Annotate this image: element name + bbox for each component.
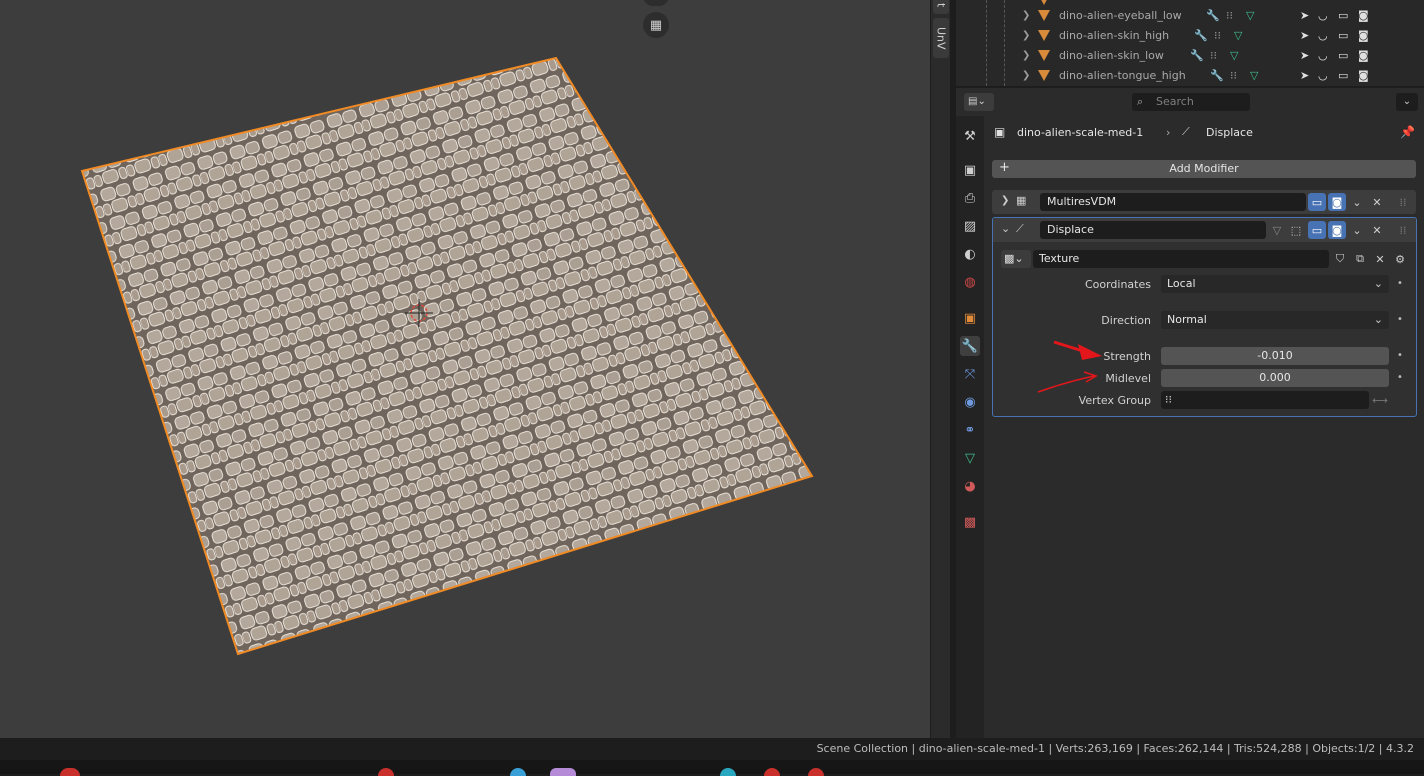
outliner-row[interactable]: ❯ dino-alien-tongue_high 🔧 ⁝⁝ ▽ ➤ ◡ ▭ ◙ [956, 66, 1424, 86]
render-camera-icon[interactable]: ◙ [1358, 9, 1369, 22]
modifier-wrench-icon[interactable]: 🔧 [1190, 49, 1204, 62]
vertex-group-icon[interactable]: ⁝⁝ [1226, 9, 1233, 22]
viewport-sidebar-tabs: t UnV [930, 0, 950, 738]
taskbar-app-icon[interactable] [808, 768, 824, 776]
mesh-object-icon [1038, 30, 1050, 41]
taskbar-app-icon[interactable] [550, 768, 576, 776]
selectable-arrow-icon[interactable]: ➤ [1300, 49, 1309, 62]
taskbar-app-icon[interactable] [60, 768, 80, 776]
viewport-canvas[interactable] [0, 0, 930, 738]
mesh-data-icon[interactable]: ▽ [1230, 49, 1238, 62]
viewport-monitor-icon[interactable]: ▭ [1338, 9, 1348, 22]
mesh-object-icon [1038, 10, 1050, 21]
viewport-monitor-icon[interactable]: ▭ [1338, 69, 1348, 82]
taskbar-app-icon[interactable] [510, 768, 526, 776]
annotation-arrows [1037, 340, 1102, 393]
outliner-item-label[interactable]: dino-alien-skin_low [1059, 49, 1164, 62]
status-bar: Scene Collection | dino-alien-scale-med-… [0, 738, 1424, 760]
selectable-arrow-icon[interactable]: ➤ [1300, 9, 1309, 22]
3d-viewport[interactable]: ▦ [0, 0, 930, 738]
outliner: ❯ dino-alien-eyeball_low 🔧 ⁝⁝ ▽ ➤ ◡ ▭ ◙ … [956, 0, 1424, 86]
vertex-group-icon[interactable]: ⁝⁝ [1230, 69, 1237, 82]
selectable-arrow-icon[interactable]: ➤ [1300, 29, 1309, 42]
status-text: Scene Collection | dino-alien-scale-med-… [816, 742, 1414, 755]
chevron-right-icon[interactable]: ❯ [1022, 10, 1030, 21]
displaced-plane-mesh[interactable] [80, 56, 814, 656]
chevron-right-icon[interactable]: ❯ [1022, 50, 1030, 61]
mesh-object-icon [1038, 50, 1050, 61]
visibility-eye-icon[interactable]: ◡ [1318, 69, 1328, 82]
mesh-data-icon[interactable]: ▽ [1250, 69, 1258, 82]
outliner-item-label[interactable]: dino-alien-eyeball_low [1059, 9, 1182, 22]
properties-editor: ▤⌄ ⌕ Search ⌄ ⚒ ▣ ⎙ ▨ ◐ ◍ ▣ 🔧 ⤧ ◉ ⚭ ▽ ◕ … [956, 88, 1424, 738]
modifier-wrench-icon[interactable]: 🔧 [1194, 29, 1208, 42]
os-taskbar [0, 760, 1424, 776]
taskbar-app-icon[interactable] [720, 768, 736, 776]
render-camera-icon[interactable]: ◙ [1358, 29, 1369, 42]
tab-edge[interactable]: t [933, 0, 949, 14]
visibility-eye-icon[interactable]: ◡ [1318, 29, 1328, 42]
midlevel-annotation-arrow [1037, 371, 1098, 393]
tab-uv[interactable]: UnV [933, 18, 949, 58]
mesh-object-icon [1038, 0, 1050, 5]
chevron-right-icon[interactable]: ❯ [1022, 70, 1030, 81]
vertex-group-icon[interactable]: ⁝⁝ [1210, 49, 1217, 62]
mesh-data-icon[interactable]: ▽ [1234, 29, 1242, 42]
vertex-group-icon[interactable]: ⁝⁝ [1214, 29, 1221, 42]
outliner-row[interactable]: ❯ dino-alien-eyeball_low 🔧 ⁝⁝ ▽ ➤ ◡ ▭ ◙ [956, 6, 1424, 26]
render-camera-icon[interactable]: ◙ [1358, 69, 1369, 82]
outliner-row[interactable]: ❯ dino-alien-skin_low 🔧 ⁝⁝ ▽ ➤ ◡ ▭ ◙ [956, 46, 1424, 66]
modifier-wrench-icon[interactable]: 🔧 [1210, 69, 1224, 82]
viewport-monitor-icon[interactable]: ▭ [1338, 29, 1348, 42]
viewport-monitor-icon[interactable]: ▭ [1338, 49, 1348, 62]
visibility-eye-icon[interactable]: ◡ [1318, 9, 1328, 22]
modifier-wrench-icon[interactable]: 🔧 [1206, 9, 1220, 22]
visibility-eye-icon[interactable]: ◡ [1318, 49, 1328, 62]
outliner-item-label[interactable]: dino-alien-tongue_high [1059, 69, 1186, 82]
outliner-item-label[interactable]: dino-alien-skin_high [1059, 29, 1169, 42]
mesh-object-icon [1038, 70, 1050, 81]
chevron-right-icon[interactable]: ❯ [1022, 30, 1030, 41]
selectable-arrow-icon[interactable]: ➤ [1300, 69, 1309, 82]
taskbar-app-icon[interactable] [378, 768, 394, 776]
mesh-data-icon[interactable]: ▽ [1246, 9, 1254, 22]
strength-annotation-arrow [1053, 340, 1102, 360]
outliner-row[interactable]: ❯ dino-alien-skin_high 🔧 ⁝⁝ ▽ ➤ ◡ ▭ ◙ [956, 26, 1424, 46]
taskbar-app-icon[interactable] [764, 768, 780, 776]
render-camera-icon[interactable]: ◙ [1358, 49, 1369, 62]
grid-view-icon[interactable]: ▦ [643, 12, 669, 38]
